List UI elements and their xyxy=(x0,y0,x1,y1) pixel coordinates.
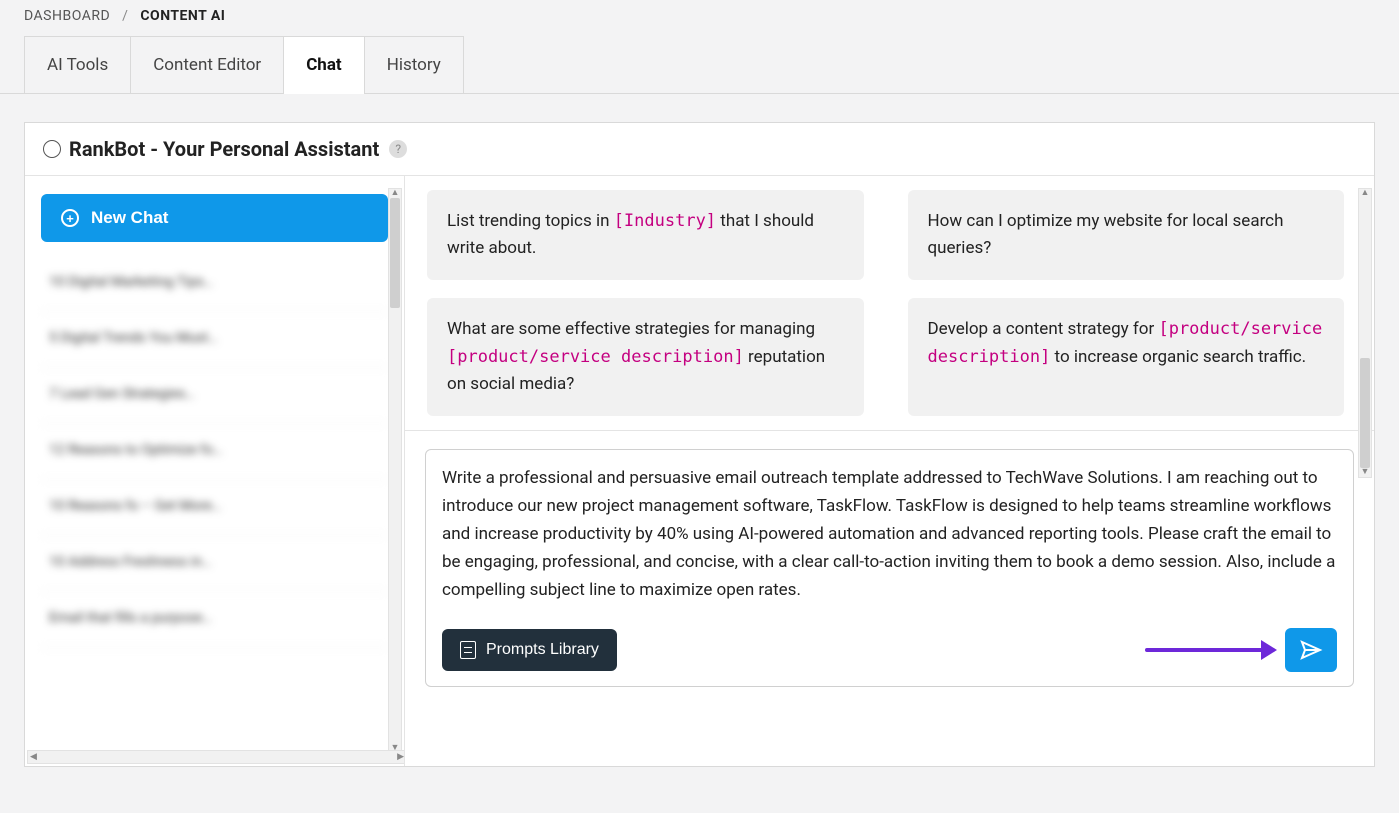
chat-history-item[interactable]: 10 Reasons fo – Get More… xyxy=(41,480,388,536)
breadcrumb: DASHBOARD / CONTENT AI xyxy=(0,0,1399,32)
tab-content-editor[interactable]: Content Editor xyxy=(130,36,284,93)
page-title: RankBot - Your Personal Assistant xyxy=(69,137,379,161)
card-body: + New Chat 10 Digital Marketing Tips… 5 … xyxy=(25,176,1374,766)
chat-history-item[interactable]: 10 Address Freshness in… xyxy=(41,536,388,592)
tab-history[interactable]: History xyxy=(364,36,464,93)
prompts-library-label: Prompts Library xyxy=(486,641,599,659)
help-icon[interactable]: ? xyxy=(389,140,407,158)
scroll-left-icon[interactable]: ◀ xyxy=(28,753,39,762)
card-header: RankBot - Your Personal Assistant ? xyxy=(25,123,1374,176)
send-button[interactable] xyxy=(1285,628,1337,672)
prompt-suggestions: List trending topics in [Industry] that … xyxy=(405,176,1374,431)
scroll-up-icon[interactable]: ▲ xyxy=(391,189,400,198)
tab-bar: AI Tools Content Editor Chat History xyxy=(0,36,1399,94)
prompt-text: What are some effective strategies for m… xyxy=(447,319,815,339)
document-icon xyxy=(460,641,476,659)
send-area xyxy=(1145,628,1337,672)
compose-box: Write a professional and persuasive emai… xyxy=(425,449,1354,687)
scroll-thumb[interactable] xyxy=(1360,358,1370,468)
scroll-right-icon[interactable]: ▶ xyxy=(395,753,405,762)
chat-sidebar: + New Chat 10 Digital Marketing Tips… 5 … xyxy=(25,176,405,766)
annotation-arrow xyxy=(1145,648,1275,652)
scroll-down-icon[interactable]: ▼ xyxy=(1361,468,1370,477)
prompt-card[interactable]: Develop a content strategy for [product/… xyxy=(908,298,1345,416)
prompt-card[interactable]: List trending topics in [Industry] that … xyxy=(427,190,864,280)
prompt-text: How can I optimize my website for local … xyxy=(928,211,1284,258)
chat-history-item[interactable]: Email that fills a purpose… xyxy=(41,592,388,648)
scroll-track[interactable] xyxy=(1359,198,1371,468)
scroll-up-icon[interactable]: ▲ xyxy=(1361,189,1370,198)
assistant-icon xyxy=(43,140,61,158)
chat-history-item[interactable]: 7 Lead Gen Strategies… xyxy=(41,368,388,424)
scroll-thumb[interactable] xyxy=(390,198,400,308)
send-icon xyxy=(1299,638,1323,662)
chat-input[interactable]: Write a professional and persuasive emai… xyxy=(442,464,1337,614)
prompt-text: List trending topics in xyxy=(447,211,614,231)
chat-history-list: 10 Digital Marketing Tips… 5 Digital Tre… xyxy=(41,256,388,648)
sidebar-hscrollbar[interactable]: ◀ ▶ xyxy=(27,750,405,764)
tab-chat[interactable]: Chat xyxy=(283,36,365,93)
chat-card: RankBot - Your Personal Assistant ? + Ne… xyxy=(24,122,1375,767)
chat-history-item[interactable]: 12 Reasons to Optimize fo… xyxy=(41,424,388,480)
hscroll-track[interactable] xyxy=(39,751,395,763)
plus-icon: + xyxy=(61,209,79,227)
scroll-track[interactable] xyxy=(389,198,401,744)
prompt-variable: [product/service description] xyxy=(447,347,744,367)
main-scrollbar[interactable]: ▲ ▼ xyxy=(1358,188,1372,478)
breadcrumb-root[interactable]: DASHBOARD xyxy=(24,8,110,24)
sidebar-scrollbar[interactable]: ▲ ▼ xyxy=(388,188,402,754)
compose-area: Write a professional and persuasive emai… xyxy=(405,431,1374,705)
new-chat-button[interactable]: + New Chat xyxy=(41,194,388,242)
tab-ai-tools[interactable]: AI Tools xyxy=(24,36,131,93)
prompt-card[interactable]: How can I optimize my website for local … xyxy=(908,190,1345,280)
chat-history-item[interactable]: 5 Digital Trends You Must… xyxy=(41,312,388,368)
prompt-card[interactable]: What are some effective strategies for m… xyxy=(427,298,864,416)
breadcrumb-sep: / xyxy=(122,8,128,24)
breadcrumb-current: CONTENT AI xyxy=(140,8,225,24)
chat-history-item[interactable]: 10 Digital Marketing Tips… xyxy=(41,256,388,312)
prompts-library-button[interactable]: Prompts Library xyxy=(442,629,617,671)
chat-main: ▲ ▼ List trending topics in [Industry] t… xyxy=(405,176,1374,766)
new-chat-label: New Chat xyxy=(91,208,168,228)
compose-actions: Prompts Library xyxy=(442,628,1337,672)
prompt-variable: [Industry] xyxy=(614,211,716,231)
prompt-text: to increase organic search traffic. xyxy=(1050,347,1306,367)
prompt-text: Develop a content strategy for xyxy=(928,319,1159,339)
